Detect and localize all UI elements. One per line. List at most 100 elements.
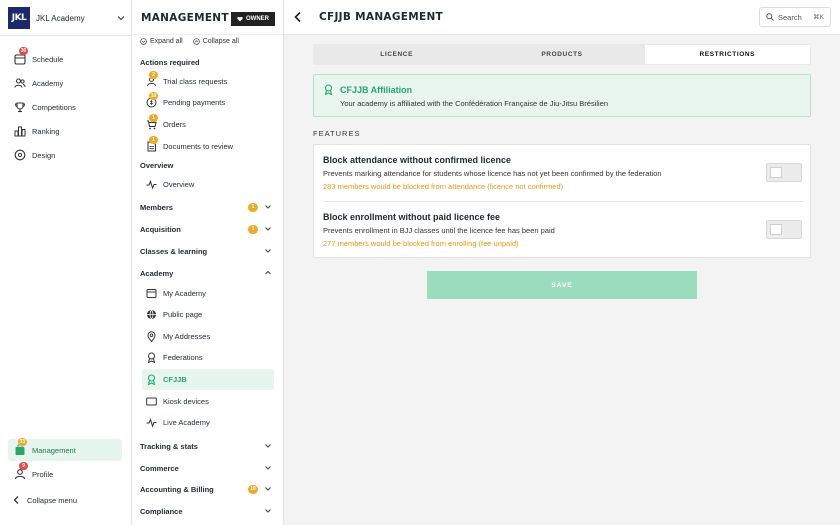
management-badge: 33 [18, 438, 27, 446]
collapse-menu-button[interactable]: Collapse menu [12, 495, 77, 505]
back-arrow-icon[interactable] [292, 11, 304, 23]
expand-collapse-row: Expand all Collapse all [140, 38, 249, 45]
group-tracking-stats[interactable]: Tracking & stats [140, 439, 272, 453]
payment-icon: 10 [146, 92, 158, 108]
federation-badge-icon [324, 84, 333, 95]
group-members[interactable]: Members 1 [140, 200, 272, 214]
overview-item[interactable]: Overview [142, 174, 274, 195]
profile-badge: 9 [19, 462, 28, 470]
feature-block-attendance: Block attendance without confirmed licen… [323, 155, 803, 191]
group-count-badge: 10 [248, 484, 258, 494]
expand-all-button[interactable]: Expand all [140, 38, 183, 45]
academy-switcher[interactable]: JKL JKL Academy [8, 7, 130, 29]
feature-title: Block attendance without confirmed licen… [323, 155, 512, 165]
sidebar-item-label: Ranking [32, 126, 60, 136]
action-badge: 10 [149, 92, 158, 100]
sidebar-item-schedule[interactable]: 30 Schedule [8, 47, 122, 70]
chevron-left-icon [13, 496, 19, 504]
group-label: Classes & learning [140, 246, 208, 256]
academy-item-label: Federations [163, 353, 203, 362]
search-icon [766, 13, 774, 21]
ranking-icon [14, 125, 26, 137]
cfjjb-icon [146, 374, 157, 385]
academy-item-kiosk[interactable]: Kiosk devices [142, 391, 274, 412]
chevron-down-icon [265, 227, 271, 231]
sidebar-item-label: Profile [32, 469, 54, 479]
sidebar-item-ranking[interactable]: Ranking [8, 120, 122, 142]
academy-item-live-academy[interactable]: Live Academy [142, 412, 274, 433]
overview-heading: Overview [140, 161, 174, 170]
chevron-down-icon [117, 16, 125, 21]
action-item-orders[interactable]: 1 Orders [142, 114, 274, 135]
group-acquisition[interactable]: Acquisition 1 [140, 222, 272, 236]
group-label: Compliance [140, 506, 183, 516]
alert-text: Your academy is affiliated with the Conf… [340, 99, 609, 108]
divider [132, 34, 283, 35]
chevron-down-icon [265, 444, 271, 448]
group-commerce[interactable]: Commerce [140, 461, 272, 475]
academy-item-label: My Addresses [163, 332, 211, 341]
group-academy[interactable]: Academy [140, 266, 272, 280]
group-compliance[interactable]: Compliance [140, 504, 272, 518]
sidebar-item-profile[interactable]: 9 Profile [8, 462, 122, 485]
action-label: Orders [163, 120, 186, 129]
save-button[interactable]: SAVE [427, 271, 697, 299]
search-shortcut: ⌘K [813, 14, 824, 21]
collapse-icon [192, 38, 200, 45]
collapse-all-button[interactable]: Collapse all [192, 38, 239, 45]
group-classes-learning[interactable]: Classes & learning [140, 244, 272, 258]
toggle-block-enrollment[interactable] [766, 220, 802, 239]
action-item-pending-payments[interactable]: 10 Pending payments [142, 92, 274, 113]
sidebar-item-label: Competitions [32, 102, 76, 112]
tab-bar: LICENCE PRODUCTS RESTRICTIONS [313, 44, 811, 65]
activity-icon [146, 417, 157, 428]
chevron-down-icon [265, 249, 271, 253]
tab-restrictions[interactable]: RESTRICTIONS [644, 45, 810, 64]
main-sidebar: JKL JKL Academy 30 Schedule Academy Comp… [0, 0, 132, 525]
actions-required-heading: Actions required [140, 58, 200, 67]
chevron-down-icon [265, 205, 271, 209]
page-title: CFJJB MANAGEMENT [319, 11, 444, 23]
tab-products[interactable]: PRODUCTS [479, 45, 644, 64]
group-count-badge: 1 [248, 202, 258, 212]
divider [0, 35, 131, 36]
toggle-block-attendance[interactable] [766, 163, 802, 182]
group-label: Academy [140, 268, 174, 278]
action-item-documents[interactable]: 1 Documents to review [142, 136, 274, 157]
sidebar-item-academy[interactable]: Academy [8, 72, 122, 94]
academy-item-label: My Academy [163, 289, 206, 298]
academy-item-addresses[interactable]: My Addresses [142, 326, 274, 347]
people-icon [14, 77, 26, 89]
chevron-up-icon [265, 270, 271, 275]
collapse-all-label: Collapse all [202, 38, 239, 45]
sidebar-item-label: Management [32, 445, 76, 455]
palette-icon [14, 149, 26, 161]
sidebar-item-competitions[interactable]: Competitions [8, 96, 122, 118]
feature-description: Prevents marking attendance for students… [323, 169, 662, 178]
panel-title: MANAGEMENT [141, 12, 229, 24]
group-accounting-billing[interactable]: Accounting & Billing 10 [140, 482, 272, 496]
feature-warning: 277 members would be blocked from enroll… [323, 239, 519, 248]
features-card: Block attendance without confirmed licen… [313, 144, 811, 258]
action-badge: 2 [149, 71, 158, 79]
schedule-badge: 30 [19, 47, 28, 55]
sidebar-item-management[interactable]: 33 Management [8, 438, 122, 461]
chevron-down-icon [265, 509, 271, 513]
activity-icon [146, 179, 157, 190]
trophy-icon [14, 101, 26, 113]
toggle-knob [770, 167, 782, 178]
action-item-trial-requests[interactable]: 2 Trial class requests [142, 71, 274, 92]
academy-item-federations[interactable]: Federations [142, 347, 274, 368]
academy-item-public-page[interactable]: Public page [142, 304, 274, 325]
action-label: Documents to review [163, 142, 234, 151]
search-button[interactable]: Search ⌘K [759, 7, 831, 27]
feature-title: Block enrollment without paid licence fe… [323, 212, 501, 222]
academy-item-cfjjb[interactable]: CFJJB [142, 369, 274, 390]
sidebar-item-design[interactable]: Design [8, 144, 122, 166]
expand-icon [140, 38, 147, 45]
tab-licence[interactable]: LICENCE [314, 45, 479, 64]
alert-title: CFJJB Affiliation [340, 85, 413, 95]
academy-item-my-academy[interactable]: My Academy [142, 283, 274, 304]
features-heading: FEATURES [313, 129, 361, 138]
academy-item-label: CFJJB [163, 375, 187, 384]
